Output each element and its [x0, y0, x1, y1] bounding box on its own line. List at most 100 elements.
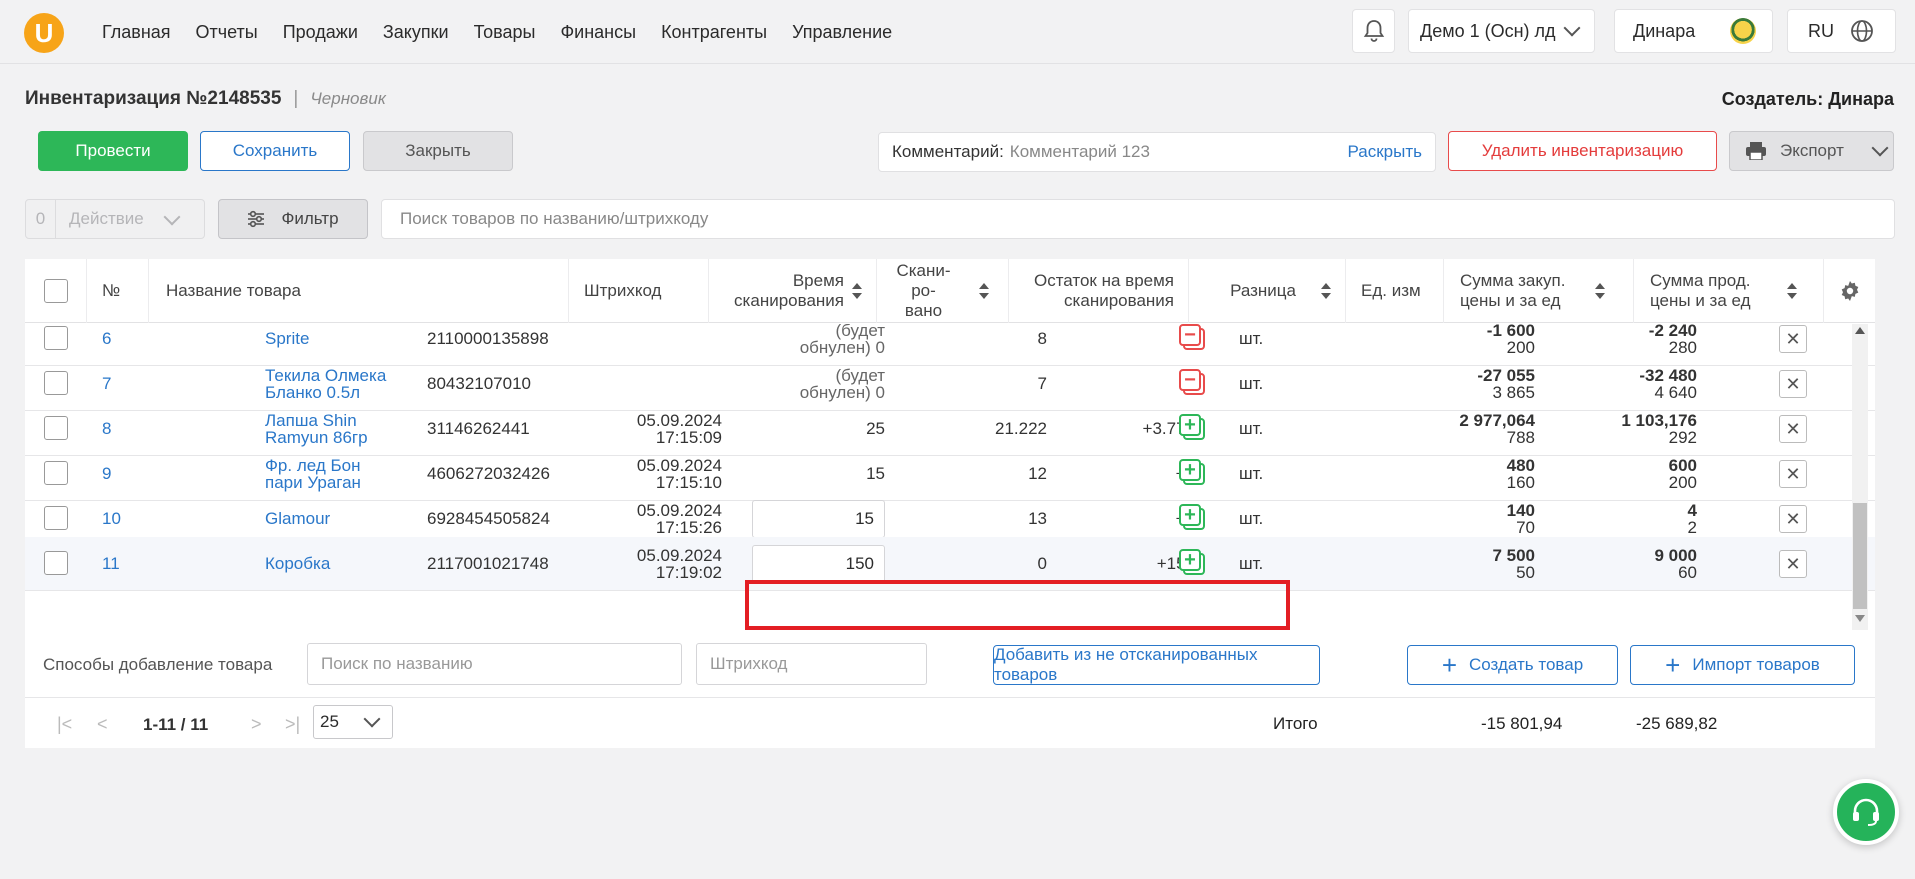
scanned-note: (будет [835, 324, 885, 340]
create-product-button[interactable]: + Создать товар [1407, 645, 1618, 685]
remove-row-button[interactable]: ✕ [1779, 325, 1807, 353]
first-page-icon[interactable]: |< [57, 714, 72, 735]
column-sell-sum[interactable]: Сумма прод. цены и за ед [1634, 259, 1824, 323]
row-number[interactable]: 11 [102, 555, 120, 572]
product-name-line2[interactable]: Ramyun 86гр [265, 429, 368, 446]
delete-inventory-button[interactable]: Удалить инвентаризацию [1448, 131, 1717, 171]
filter-button[interactable]: Фильтр [218, 199, 368, 239]
column-settings[interactable] [1824, 259, 1875, 323]
column-scanned[interactable]: Скани-ро-вано [877, 259, 1009, 323]
row-checkbox[interactable] [44, 551, 68, 575]
scroll-up-arrow-icon[interactable] [1855, 327, 1865, 334]
product-name-line2[interactable]: Бланко 0.5л [265, 384, 360, 401]
remove-row-button[interactable]: ✕ [1779, 415, 1807, 443]
table-body: 6Sprite2110000135898(будетобнулен) 08-8−… [25, 324, 1875, 630]
nav-item-management[interactable]: Управление [792, 22, 892, 43]
difference-value: +3 [1065, 465, 1195, 482]
conduct-button[interactable]: Провести [38, 131, 188, 171]
remove-row-button[interactable]: ✕ [1779, 550, 1807, 578]
column-diff[interactable]: Разница [1189, 259, 1346, 323]
filter-label: Фильтр [281, 209, 339, 228]
column-unit[interactable]: Ед. изм [1346, 259, 1444, 323]
save-button[interactable]: Сохранить [200, 131, 350, 171]
last-page-icon[interactable]: >| [285, 714, 300, 735]
row-checkbox[interactable] [44, 326, 68, 350]
remove-row-button[interactable]: ✕ [1779, 370, 1807, 398]
scanned-header-line2: ро- [911, 281, 936, 300]
scroll-down-arrow-icon[interactable] [1855, 615, 1865, 622]
row-number[interactable]: 9 [102, 465, 111, 482]
row-number[interactable]: 6 [102, 330, 111, 347]
nav-item-products[interactable]: Товары [474, 22, 536, 43]
plus-icon: + [1441, 650, 1458, 680]
user-menu[interactable]: Динара [1614, 9, 1773, 53]
plus-square-icon[interactable]: + [1179, 504, 1205, 530]
select-all-checkbox[interactable] [43, 279, 68, 303]
nav-item-sales[interactable]: Продажи [283, 22, 358, 43]
page-size-select[interactable]: 25 [313, 705, 393, 739]
product-name[interactable]: Текила Олмека [265, 367, 386, 384]
row-number[interactable]: 10 [102, 510, 121, 527]
row-checkbox[interactable] [44, 371, 68, 395]
column-stock[interactable]: Остаток на время сканирования [1009, 259, 1189, 323]
next-page-icon[interactable]: > [251, 714, 262, 735]
column-barcode[interactable]: Штрихкод [569, 259, 709, 323]
language-select[interactable]: RU [1787, 9, 1896, 53]
product-name[interactable]: Коробка [265, 555, 330, 572]
chevron-down-icon [1871, 139, 1889, 157]
remove-row-button[interactable]: ✕ [1779, 505, 1807, 533]
add-by-name-input[interactable] [307, 643, 682, 685]
product-search-input[interactable] [381, 199, 1895, 239]
notifications-button[interactable] [1352, 9, 1395, 53]
minus-square-icon[interactable]: − [1179, 369, 1205, 395]
bulk-action-select[interactable]: 0 Действие [25, 199, 205, 239]
column-number[interactable]: № [87, 259, 149, 323]
product-name-line2[interactable]: пари Ураган [265, 474, 361, 491]
remove-row-button[interactable]: ✕ [1779, 460, 1807, 488]
product-name[interactable]: Лапша Shin [265, 412, 357, 429]
buy-unit-price: 70 [1516, 518, 1535, 537]
buy-unit-price: 50 [1516, 563, 1535, 582]
scanned-quantity-input[interactable]: 150 [752, 545, 885, 583]
column-name[interactable]: Название товара [149, 259, 569, 323]
row-checkbox[interactable] [44, 461, 68, 485]
scanned-quantity: обнулен) 0 [799, 338, 885, 357]
comment-input[interactable] [1009, 142, 1330, 162]
product-name[interactable]: Фр. лед Бон [265, 457, 360, 474]
app-logo[interactable]: U [24, 13, 64, 53]
add-from-unscanned-button[interactable]: Добавить из не отсканированных товаров [993, 645, 1320, 685]
product-name[interactable]: Glamour [265, 510, 330, 527]
row-checkbox[interactable] [44, 416, 68, 440]
plus-square-icon[interactable]: + [1179, 549, 1205, 575]
user-name: Динара [1633, 20, 1696, 41]
organization-select[interactable]: Демо 1 (Осн) лд [1408, 9, 1595, 53]
nav-item-counterparties[interactable]: Контрагенты [661, 22, 767, 43]
nav-item-purchases[interactable]: Закупки [383, 22, 449, 43]
column-scan-time[interactable]: Время сканирования [709, 259, 877, 323]
product-barcode: 2117001021748 [427, 554, 549, 573]
nav-item-finance[interactable]: Финансы [560, 22, 636, 43]
chevron-down-icon [1563, 19, 1581, 37]
nav-item-home[interactable]: Главная [102, 22, 171, 43]
nav-item-reports[interactable]: Отчеты [196, 22, 258, 43]
row-number[interactable]: 7 [102, 375, 111, 392]
close-button[interactable]: Закрыть [363, 131, 513, 171]
product-name[interactable]: Sprite [265, 330, 309, 347]
column-buy-sum[interactable]: Сумма закуп. цены и за ед [1444, 259, 1634, 323]
prev-page-icon[interactable]: < [97, 714, 108, 735]
table-row[interactable]: 11 Коробка 2117001021748 05.09.2024 17:19:02… [25, 537, 1875, 591]
minus-square-icon[interactable]: − [1179, 324, 1205, 350]
total-sell-sum: -25 689,82 [1636, 714, 1718, 733]
plus-square-icon[interactable]: + [1179, 414, 1205, 440]
support-chat-button[interactable] [1833, 779, 1899, 845]
product-barcode: 2110000135898 [427, 329, 549, 348]
plus-square-icon[interactable]: + [1179, 459, 1205, 485]
import-products-button[interactable]: + Импорт товаров [1630, 645, 1855, 685]
expand-comment-link[interactable]: Раскрыть [1348, 142, 1422, 162]
export-button[interactable]: Экспорт [1729, 131, 1894, 171]
row-number[interactable]: 8 [102, 420, 111, 437]
scanned-quantity-input[interactable]: 15 [752, 500, 885, 538]
scrollbar-thumb[interactable] [1853, 503, 1867, 609]
add-by-barcode-input[interactable] [696, 643, 927, 685]
row-checkbox[interactable] [44, 506, 68, 530]
